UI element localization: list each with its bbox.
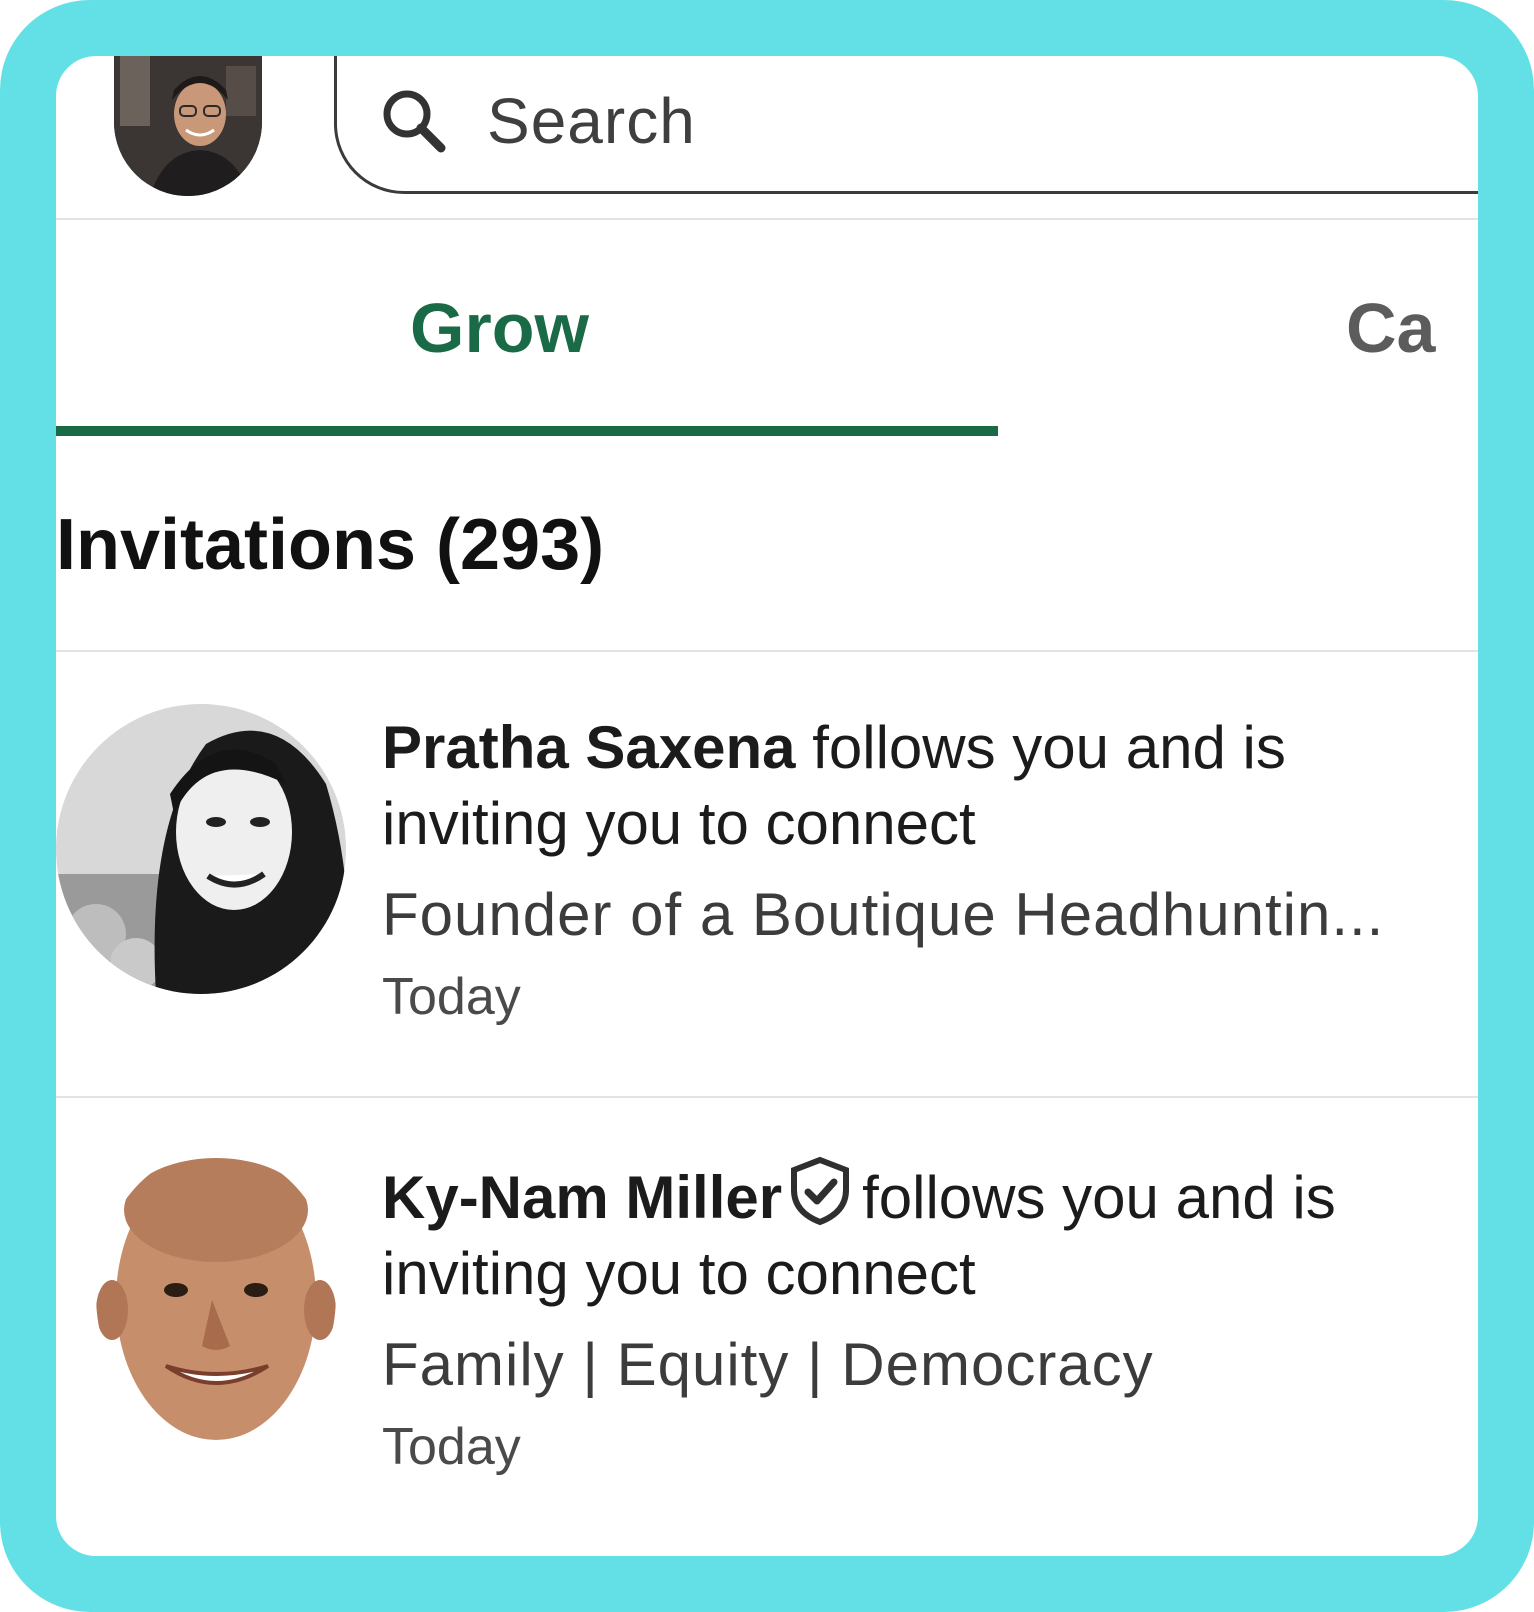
app-screen: Search Grow Ca Invitations (293) Pratha … bbox=[56, 56, 1478, 1556]
header-divider bbox=[56, 218, 1478, 220]
section-divider bbox=[56, 650, 1478, 652]
invitation-time: Today bbox=[382, 1418, 521, 1476]
invitation-text: Pratha Saxena follows you and is invitin… bbox=[382, 710, 1478, 1027]
avatar-photo bbox=[56, 704, 346, 994]
my-profile-avatar[interactable] bbox=[114, 56, 262, 196]
invitation-headline: Ky-Nam Miller follows you and is bbox=[382, 1156, 1478, 1236]
invitation-headline: Pratha Saxena follows you and is bbox=[382, 710, 1478, 786]
member-name[interactable]: Pratha Saxena bbox=[382, 714, 796, 781]
active-tab-indicator bbox=[56, 426, 998, 436]
member-headline: Family | Equity | Democracy bbox=[382, 1331, 1154, 1398]
device-frame: Search Grow Ca Invitations (293) Pratha … bbox=[0, 0, 1534, 1612]
search-icon bbox=[383, 90, 446, 153]
invitation-text: Ky-Nam Miller follows you and is inviting… bbox=[382, 1156, 1478, 1477]
tab-grow[interactable]: Grow bbox=[410, 288, 589, 368]
invitation-message-line2: inviting you to connect bbox=[382, 1240, 976, 1307]
invitations-heading[interactable]: Invitations (293) bbox=[56, 504, 604, 586]
avatar[interactable] bbox=[96, 1150, 336, 1440]
avatar-photo bbox=[114, 56, 262, 196]
invitation-message: follows you and is bbox=[795, 714, 1286, 781]
member-headline: Founder of a Boutique Headhuntin... bbox=[382, 881, 1385, 948]
verified-shield-icon bbox=[791, 1156, 850, 1226]
search-input[interactable]: Search bbox=[334, 56, 1478, 194]
invitation-message-line2: inviting you to connect bbox=[382, 790, 976, 857]
avatar[interactable] bbox=[56, 704, 346, 994]
member-name[interactable]: Ky-Nam Miller bbox=[382, 1164, 782, 1231]
avatar-photo bbox=[96, 1150, 336, 1440]
invitation-message: follows you and is bbox=[862, 1164, 1336, 1231]
tab-catch-up[interactable]: Ca bbox=[1346, 288, 1435, 368]
invitation-item[interactable]: Ky-Nam Miller follows you and is inviting… bbox=[56, 1098, 1478, 1556]
invitation-time: Today bbox=[382, 968, 521, 1026]
search-placeholder: Search bbox=[487, 85, 696, 157]
invitation-item[interactable]: Pratha Saxena follows you and is invitin… bbox=[56, 654, 1478, 1098]
top-bar: Search bbox=[56, 56, 1478, 224]
